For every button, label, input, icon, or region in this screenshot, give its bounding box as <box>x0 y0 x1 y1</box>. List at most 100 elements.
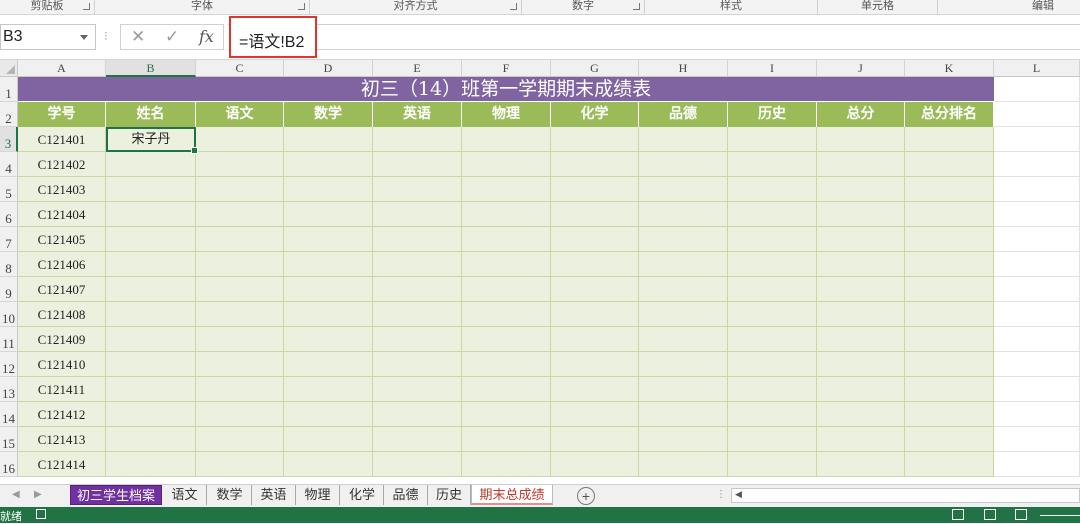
grade-cell[interactable] <box>817 277 905 302</box>
grade-cell[interactable] <box>639 302 728 327</box>
sheet-tab[interactable]: 物理 <box>296 485 340 505</box>
grade-cell[interactable] <box>639 402 728 427</box>
student-id-cell[interactable]: C121405 <box>18 227 106 252</box>
grade-cell[interactable] <box>817 227 905 252</box>
grade-cell[interactable] <box>639 427 728 452</box>
grade-cell[interactable] <box>106 227 196 252</box>
insert-function-icon[interactable]: fx <box>199 27 214 46</box>
select-all-corner[interactable] <box>0 60 18 77</box>
row-header[interactable]: 5 <box>0 177 18 202</box>
grade-cell[interactable] <box>905 127 994 152</box>
grade-cell[interactable] <box>373 427 462 452</box>
header-cell[interactable]: 品德 <box>639 102 728 127</box>
grade-cell[interactable] <box>373 277 462 302</box>
grade-cell[interactable] <box>551 327 639 352</box>
dialog-launcher-icon[interactable] <box>510 3 517 10</box>
grade-cell[interactable] <box>905 202 994 227</box>
header-cell[interactable]: 物理 <box>462 102 551 127</box>
grade-cell[interactable] <box>196 177 284 202</box>
grade-cell[interactable] <box>196 277 284 302</box>
grade-cell[interactable] <box>817 152 905 177</box>
formula-highlight[interactable]: =语文!B2 <box>229 16 317 58</box>
grade-cell[interactable] <box>196 352 284 377</box>
grade-cell[interactable] <box>728 127 817 152</box>
grade-cell[interactable] <box>196 427 284 452</box>
grade-cell[interactable] <box>728 452 817 477</box>
grade-cell[interactable] <box>551 377 639 402</box>
grade-cell[interactable] <box>551 177 639 202</box>
grade-cell[interactable] <box>551 352 639 377</box>
grade-cell[interactable] <box>462 202 551 227</box>
more-icon[interactable]: ⋮ <box>716 489 726 500</box>
grade-cell[interactable] <box>106 277 196 302</box>
grade-cell[interactable] <box>639 152 728 177</box>
grade-cell[interactable] <box>284 402 373 427</box>
tab-scroll-right-icon[interactable]: ▶ <box>34 489 42 500</box>
empty-cell[interactable] <box>994 402 1080 427</box>
column-header[interactable]: C <box>196 60 284 77</box>
grade-cell[interactable] <box>905 252 994 277</box>
grade-cell[interactable] <box>817 202 905 227</box>
row-header[interactable]: 1 <box>0 77 18 102</box>
grade-cell[interactable] <box>284 377 373 402</box>
grade-cell[interactable] <box>284 327 373 352</box>
grade-cell[interactable] <box>551 152 639 177</box>
sheet-tab[interactable]: 数学 <box>208 485 252 505</box>
header-cell[interactable]: 历史 <box>728 102 817 127</box>
grade-cell[interactable] <box>817 327 905 352</box>
grade-cell[interactable] <box>551 227 639 252</box>
student-id-cell[interactable]: C121407 <box>18 277 106 302</box>
sheet-tab[interactable]: 历史 <box>428 485 471 505</box>
grade-cell[interactable] <box>373 252 462 277</box>
page-break-view-icon[interactable] <box>1015 509 1027 520</box>
sheet-tab[interactable]: 英语 <box>252 485 296 505</box>
grade-cell[interactable] <box>284 177 373 202</box>
sheet-tab[interactable]: 化学 <box>341 485 384 505</box>
grade-cell[interactable] <box>373 352 462 377</box>
grade-cell[interactable] <box>905 277 994 302</box>
row-header[interactable]: 3 <box>0 127 18 152</box>
grade-cell[interactable] <box>728 327 817 352</box>
student-id-cell[interactable]: C121412 <box>18 402 106 427</box>
grade-cell[interactable] <box>728 427 817 452</box>
column-header[interactable]: E <box>373 60 462 77</box>
empty-cell[interactable] <box>994 452 1080 477</box>
grade-cell[interactable] <box>373 327 462 352</box>
empty-cell[interactable] <box>994 302 1080 327</box>
grade-cell[interactable] <box>551 402 639 427</box>
grade-cell[interactable] <box>106 152 196 177</box>
grade-cell[interactable] <box>106 427 196 452</box>
grade-cell[interactable] <box>817 427 905 452</box>
grade-cell[interactable] <box>817 452 905 477</box>
row-header[interactable]: 9 <box>0 277 18 302</box>
grade-cell[interactable] <box>817 352 905 377</box>
grade-cell[interactable] <box>284 152 373 177</box>
grade-cell[interactable] <box>196 227 284 252</box>
grade-cell[interactable] <box>284 277 373 302</box>
column-header[interactable]: L <box>994 60 1080 77</box>
empty-cell[interactable] <box>994 127 1080 152</box>
grade-cell[interactable] <box>728 177 817 202</box>
grade-cell[interactable] <box>196 202 284 227</box>
grade-cell[interactable] <box>106 452 196 477</box>
grade-cell[interactable] <box>551 202 639 227</box>
student-id-cell[interactable]: C121404 <box>18 202 106 227</box>
header-cell[interactable]: 姓名 <box>106 102 196 127</box>
student-id-cell[interactable]: C121413 <box>18 427 106 452</box>
column-header[interactable]: I <box>728 60 817 77</box>
grade-cell[interactable] <box>905 402 994 427</box>
grade-cell[interactable] <box>196 327 284 352</box>
header-cell[interactable]: 总分 <box>817 102 905 127</box>
column-header[interactable]: D <box>284 60 373 77</box>
dialog-launcher-icon[interactable] <box>633 3 640 10</box>
column-header[interactable]: H <box>639 60 728 77</box>
grade-cell[interactable] <box>639 452 728 477</box>
grade-cell[interactable] <box>196 402 284 427</box>
grade-cell[interactable] <box>728 352 817 377</box>
grade-cell[interactable] <box>462 227 551 252</box>
grade-cell[interactable] <box>462 427 551 452</box>
empty-cell[interactable] <box>994 352 1080 377</box>
grade-cell[interactable] <box>106 252 196 277</box>
grade-cell[interactable] <box>728 202 817 227</box>
grade-cell[interactable] <box>284 427 373 452</box>
